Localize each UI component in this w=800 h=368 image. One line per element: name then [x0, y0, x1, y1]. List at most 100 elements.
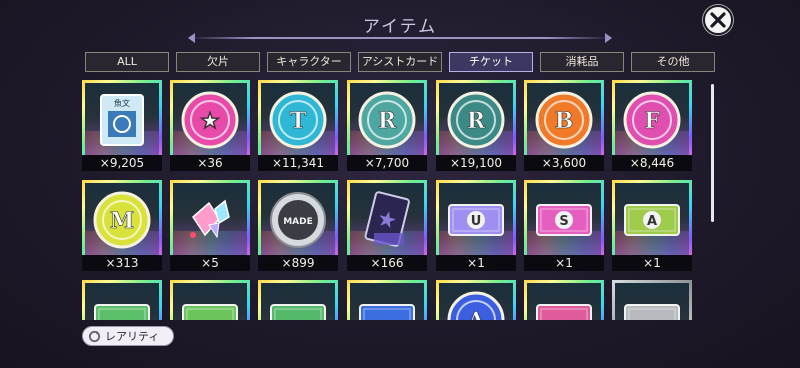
svg-text:T: T [290, 108, 307, 134]
item-frame-inner: S [527, 183, 601, 257]
item-frame [170, 280, 250, 320]
star-coin-icon: ★ [181, 91, 239, 149]
tab-consumables[interactable]: 消耗品 [540, 52, 624, 72]
close-icon [710, 12, 726, 28]
item-count: ×7,700 [347, 155, 427, 171]
item-count: ×3,600 [524, 155, 604, 171]
item-frame-inner: A [615, 183, 689, 257]
u-ticket-icon: U [448, 204, 504, 236]
item-count: ×899 [258, 255, 338, 271]
item-frame: M [82, 180, 162, 260]
svg-text:A: A [647, 214, 657, 229]
svg-text:F: F [644, 108, 660, 134]
item-count: ×36 [170, 155, 250, 171]
item-frame-inner [85, 283, 159, 320]
item-count: ×8,446 [612, 155, 692, 171]
title-divider [188, 33, 612, 43]
item-frame [170, 180, 250, 260]
item-frame: ★ [347, 180, 427, 260]
item-cell[interactable]: MADE ×899 [258, 180, 338, 272]
svg-text:M: M [110, 208, 134, 234]
item-cell[interactable]: T ×11,341 [258, 80, 338, 172]
item-frame-inner [173, 183, 247, 257]
f-coin-icon: F [623, 91, 681, 149]
item-frame [82, 280, 162, 320]
item-frame-inner [527, 283, 601, 320]
item-cell[interactable] [258, 280, 338, 320]
item-count: ×1 [436, 255, 516, 271]
item-cell[interactable] [524, 280, 604, 320]
item-frame-inner: R [350, 83, 424, 157]
scrollbar[interactable] [711, 84, 714, 222]
item-cell[interactable]: A ×1 [612, 180, 692, 272]
item-cell[interactable]: ×5 [170, 180, 250, 272]
item-cell[interactable] [612, 280, 692, 320]
item-count: ×5 [170, 255, 250, 271]
item-frame [612, 280, 692, 320]
tab-characters[interactable]: キャラクター [267, 52, 351, 72]
item-count: ×1 [524, 255, 604, 271]
item-frame-inner: R [439, 83, 513, 157]
item-frame-inner: A [439, 283, 513, 320]
tab-all[interactable]: ALL [85, 52, 169, 72]
item-frame [347, 280, 427, 320]
item-frame-inner: T [261, 83, 335, 157]
item-cell[interactable]: R ×19,100 [436, 80, 516, 172]
item-cell[interactable]: B ×3,600 [524, 80, 604, 172]
m-coin-icon: M [93, 191, 151, 249]
item-cell[interactable]: R ×7,700 [347, 80, 427, 172]
item-cell[interactable]: A [436, 280, 516, 320]
item-grid: 魚文 ×9,205 ★ ×36 T ×11,341 R ×7,700 R ×19,100 B ×3,6… [82, 80, 694, 320]
silver-medal-icon: MADE [270, 192, 326, 248]
item-cell[interactable] [170, 280, 250, 320]
tab-assist-cards[interactable]: アシストカード [358, 52, 442, 72]
tab-fragments[interactable]: 欠片 [176, 52, 260, 72]
item-frame: A [612, 180, 692, 260]
item-count: ×313 [82, 255, 162, 271]
svg-text:A: A [466, 308, 485, 320]
svg-text:S: S [559, 214, 568, 229]
item-frame: 魚文 [82, 80, 162, 160]
item-frame-inner: 魚文 [85, 83, 159, 157]
item-cell[interactable]: S ×1 [524, 180, 604, 272]
item-cell[interactable] [82, 280, 162, 320]
close-button[interactable] [703, 5, 733, 35]
item-frame-inner: U [439, 183, 513, 257]
s-ticket-icon: S [536, 204, 592, 236]
item-count: ×11,341 [258, 155, 338, 171]
blue-coin-icon: A [447, 291, 505, 320]
green-ticket-icon [94, 304, 150, 320]
green-ticket-3-icon [270, 304, 326, 320]
rarity-sort-button[interactable]: レアリティ [82, 326, 174, 346]
page-title-wrap: アイテム [0, 12, 800, 37]
item-cell[interactable]: 魚文 ×9,205 [82, 80, 162, 172]
pink-ticket-icon [536, 304, 592, 320]
item-cell[interactable]: U ×1 [436, 180, 516, 272]
item-cell[interactable]: ★ ×166 [347, 180, 427, 272]
b-coin-icon: B [535, 91, 593, 149]
item-frame-inner: MADE [261, 183, 335, 257]
svg-text:R: R [467, 108, 486, 134]
item-cell[interactable]: M ×313 [82, 180, 162, 272]
svg-text:B: B [555, 108, 574, 134]
item-cell[interactable]: ★ ×36 [170, 80, 250, 172]
star-card-icon: ★ [364, 191, 410, 247]
svg-text:MADE: MADE [283, 217, 313, 227]
tab-tickets[interactable]: チケット [449, 52, 533, 72]
item-frame: R [347, 80, 427, 160]
item-frame [258, 280, 338, 320]
a-ticket-icon: A [624, 204, 680, 236]
blue-card-icon [359, 304, 415, 320]
green-ticket-2-icon [182, 304, 238, 320]
item-frame: F [612, 80, 692, 160]
item-cell[interactable]: F ×8,446 [612, 80, 692, 172]
item-frame-inner: B [527, 83, 601, 157]
item-frame: S [524, 180, 604, 260]
item-frame-inner [615, 283, 689, 320]
tab-others[interactable]: その他 [631, 52, 715, 72]
item-frame: R [436, 80, 516, 160]
item-frame: T [258, 80, 338, 160]
item-frame: ★ [170, 80, 250, 160]
item-frame-inner: F [615, 83, 689, 157]
item-cell[interactable] [347, 280, 427, 320]
